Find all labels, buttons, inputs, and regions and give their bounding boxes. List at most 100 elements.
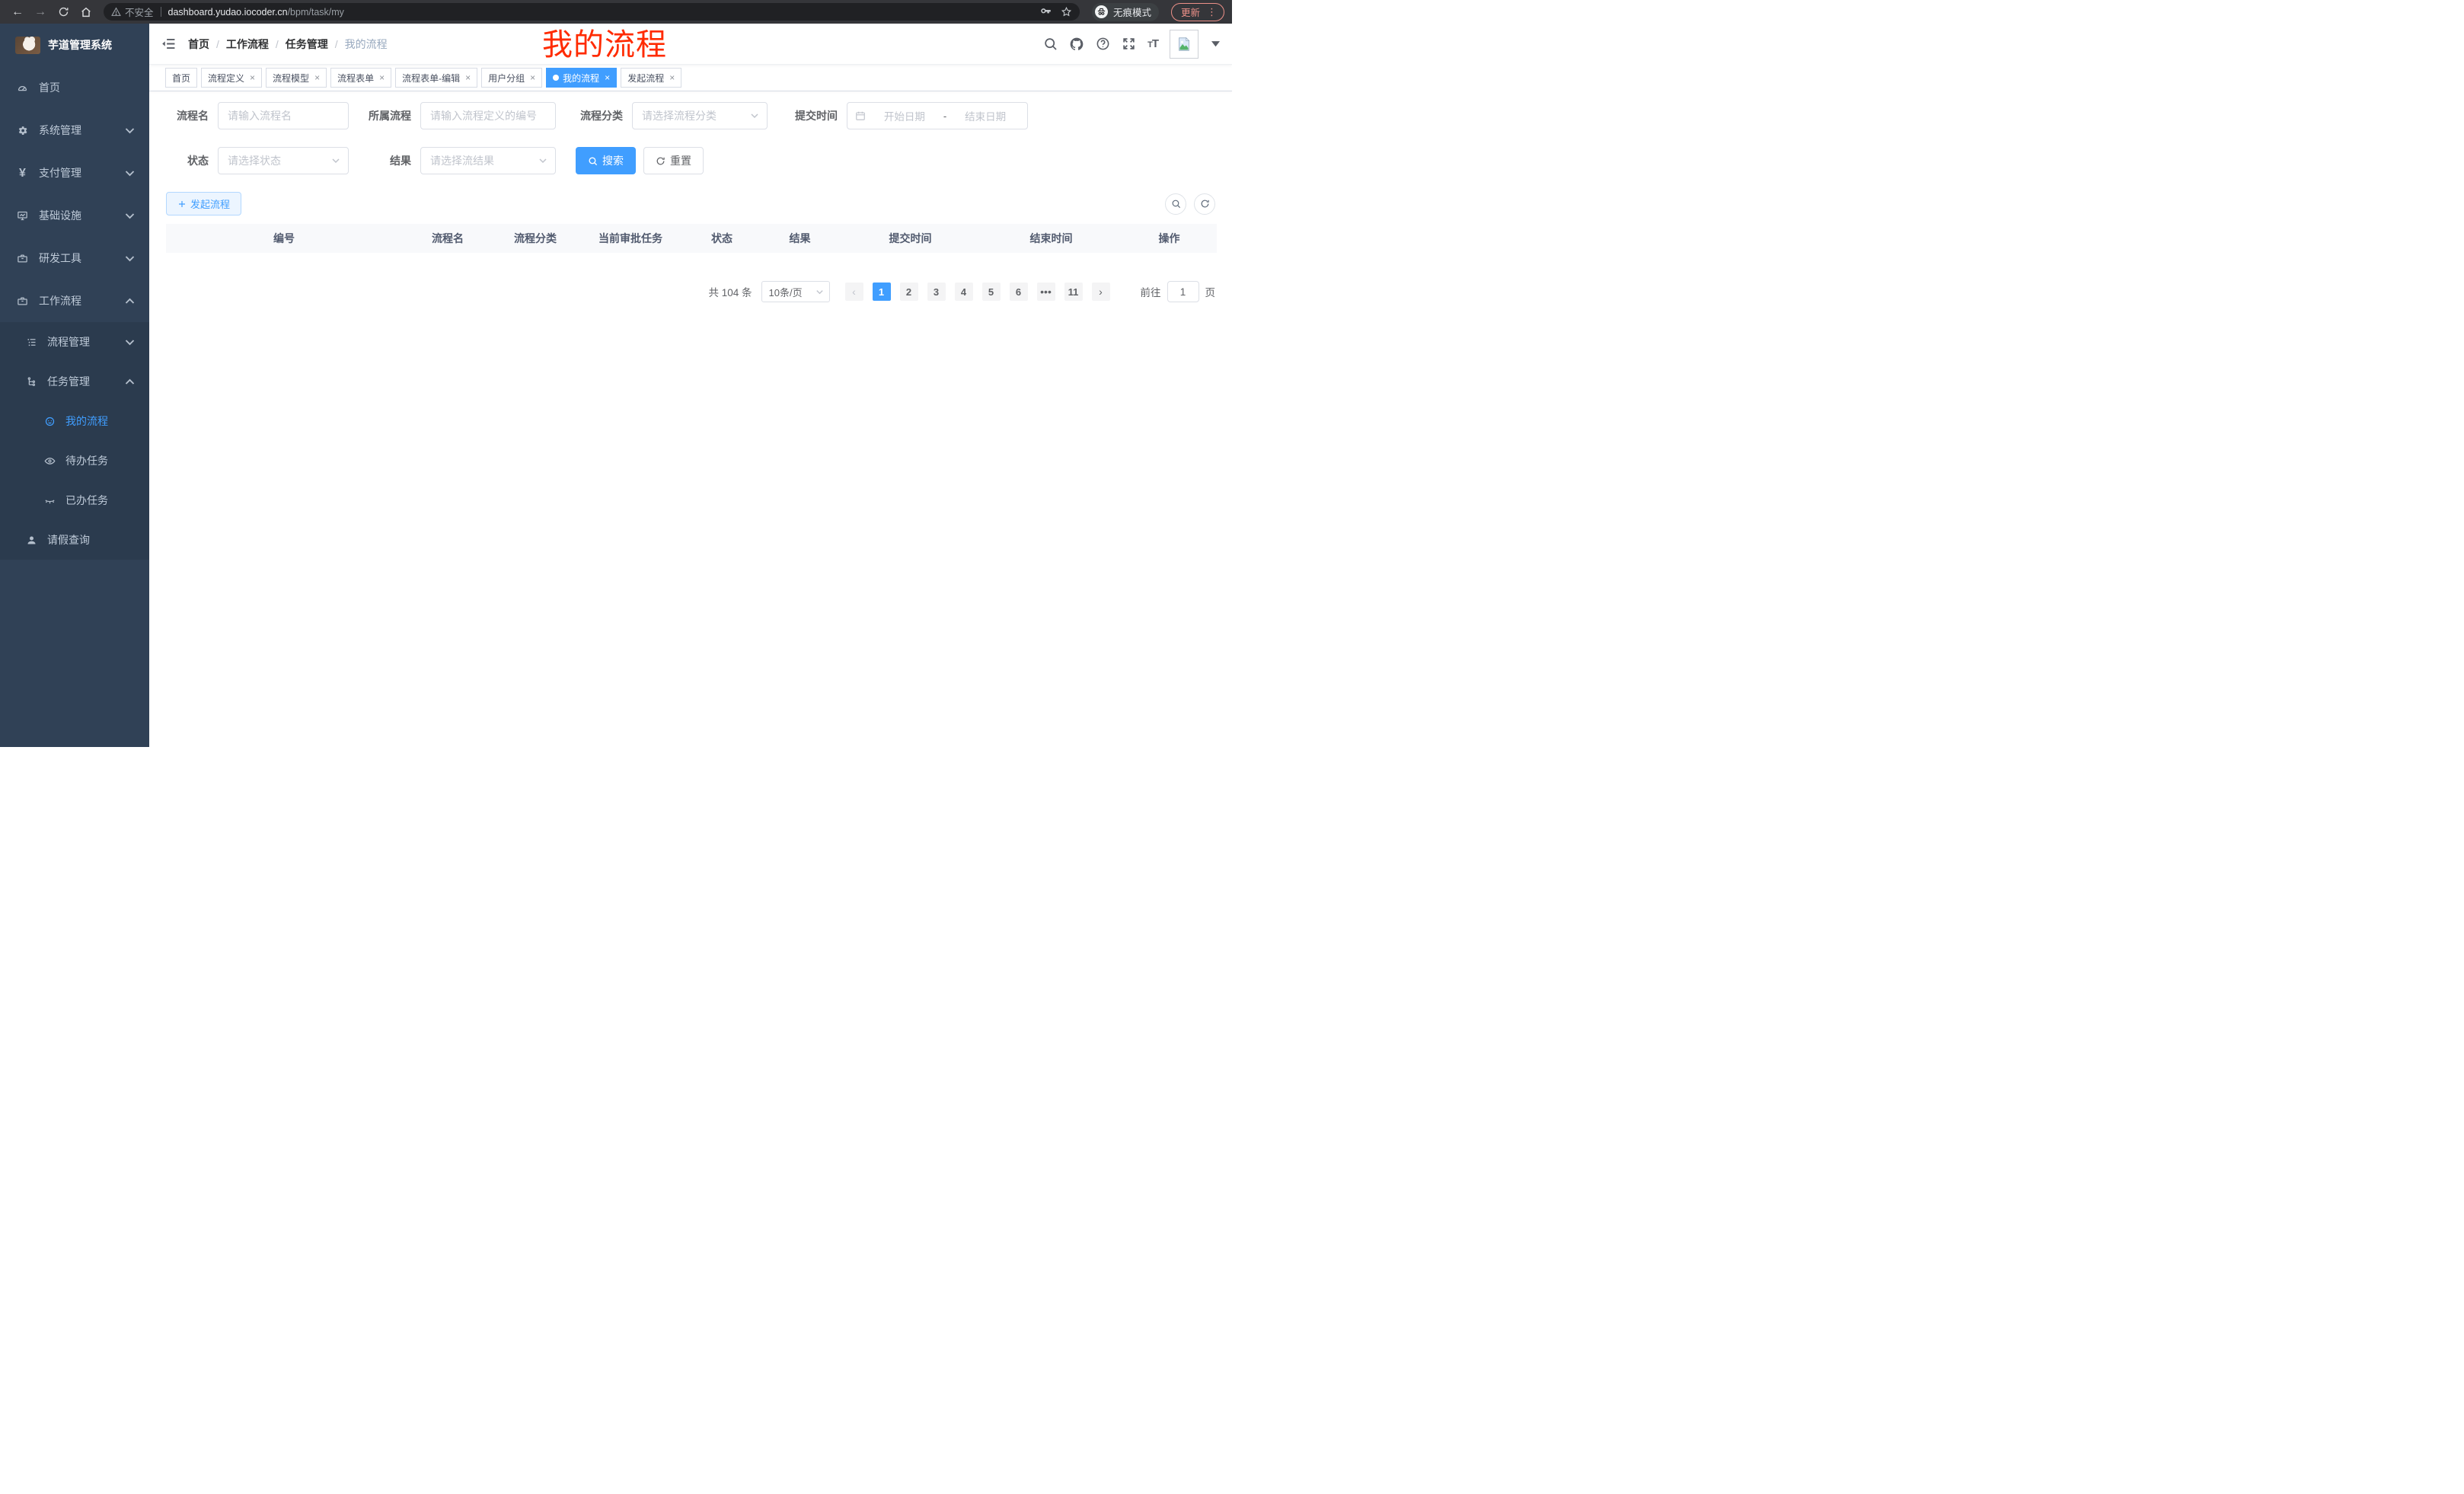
fullscreen-icon[interactable] <box>1122 37 1136 51</box>
prev-page-button[interactable]: ‹ <box>845 283 863 301</box>
tab-label: 我的流程 <box>563 72 599 85</box>
search-button[interactable]: 搜索 <box>576 147 636 174</box>
page-button-6[interactable]: 6 <box>1010 283 1028 301</box>
font-size-icon[interactable]: TT <box>1147 37 1158 50</box>
browser-update-button[interactable]: 更新 ⋮ <box>1171 3 1224 21</box>
next-page-button[interactable]: › <box>1092 283 1110 301</box>
user-icon <box>26 535 37 546</box>
sidebar-item-process-management[interactable]: 流程管理 <box>0 322 149 362</box>
bookmark-star-icon[interactable] <box>1061 6 1072 18</box>
goto-page-input[interactable] <box>1167 281 1199 302</box>
submit-time-label: 提交时间 <box>780 108 838 123</box>
process-def-input[interactable] <box>420 102 556 129</box>
refresh-table-button[interactable] <box>1194 193 1215 215</box>
status-select[interactable]: 请选择状态 <box>218 147 349 174</box>
sidebar-item-done-tasks[interactable]: 已办任务 <box>0 480 149 520</box>
filter-process-name: 流程名 <box>166 102 349 129</box>
breadcrumb-home[interactable]: 首页 <box>188 37 209 52</box>
app-logo[interactable]: 芋道管理系统 <box>0 24 149 66</box>
url-bar[interactable]: 不安全 dashboard.yudao.iocoder.cn/bpm/task/… <box>104 3 1080 21</box>
tab-4[interactable]: 流程表单-编辑× <box>395 68 477 88</box>
page-button-5[interactable]: 5 <box>982 283 1001 301</box>
page-button-3[interactable]: 3 <box>927 283 946 301</box>
breadcrumb-task-mgmt[interactable]: 任务管理 <box>286 37 328 52</box>
end-date-placeholder[interactable]: 结束日期 <box>951 108 1020 123</box>
tab-close-icon[interactable]: × <box>379 72 385 83</box>
page-button-1[interactable]: 1 <box>873 283 891 301</box>
page-button-4[interactable]: 4 <box>955 283 973 301</box>
refresh-icon <box>1200 199 1210 209</box>
search-icon[interactable] <box>1043 37 1058 51</box>
update-label[interactable]: 更新 <box>1181 5 1200 19</box>
help-icon[interactable] <box>1096 37 1110 51</box>
forward-icon[interactable]: → <box>30 2 50 22</box>
tab-1[interactable]: 流程定义× <box>201 68 262 88</box>
reset-button[interactable]: 重置 <box>643 147 704 174</box>
date-range-picker[interactable]: 开始日期 - 结束日期 <box>847 102 1028 129</box>
pagination: 共 104 条 10条/页 ‹ 123456•••11 › 前往 页 <box>166 281 1215 302</box>
sidebar-item-task-management[interactable]: 任务管理 <box>0 362 149 401</box>
col-status: 状态 <box>684 224 760 253</box>
page-unit-label: 页 <box>1205 284 1216 299</box>
logo-image <box>15 37 40 54</box>
sidebar-item-my-process[interactable]: 我的流程 <box>0 401 149 441</box>
tab-7[interactable]: 发起流程× <box>621 68 681 88</box>
process-name-input[interactable] <box>218 102 349 129</box>
home-icon[interactable] <box>76 2 96 22</box>
tab-2[interactable]: 流程模型× <box>266 68 327 88</box>
page-button-11[interactable]: 11 <box>1064 283 1083 301</box>
tab-close-icon[interactable]: × <box>605 72 610 83</box>
sidebar-item-todo-tasks[interactable]: 待办任务 <box>0 441 149 480</box>
sidebar-item-payment[interactable]: ¥ 支付管理 <box>0 152 149 194</box>
back-icon[interactable]: ← <box>8 2 27 22</box>
password-key-icon[interactable] <box>1040 6 1052 18</box>
result-select[interactable]: 请选择流结果 <box>420 147 556 174</box>
more-pages-button[interactable]: ••• <box>1037 283 1055 301</box>
tab-close-icon[interactable]: × <box>669 72 675 83</box>
sidebar-item-infrastructure[interactable]: 基础设施 <box>0 194 149 237</box>
chevron-down-icon <box>124 337 136 348</box>
page-button-2[interactable]: 2 <box>900 283 918 301</box>
col-submit-time: 提交时间 <box>840 224 981 253</box>
page-size-select[interactable]: 10条/页 <box>761 281 830 302</box>
sidebar-item-system[interactable]: 系统管理 <box>0 109 149 152</box>
avatar[interactable] <box>1170 30 1198 59</box>
monitor-icon <box>17 210 28 222</box>
incognito-icon <box>1095 5 1108 18</box>
tab-0[interactable]: 首页 <box>165 68 197 88</box>
breadcrumb-workflow[interactable]: 工作流程 <box>226 37 269 52</box>
sidebar-item-leave-query[interactable]: 请假查询 <box>0 520 149 560</box>
category-select[interactable]: 请选择流程分类 <box>632 102 768 129</box>
tab-close-icon[interactable]: × <box>250 72 255 83</box>
show-search-toggle-button[interactable] <box>1165 193 1186 215</box>
filter-row-2: 状态 请选择状态 结果 请选择流结果 <box>166 147 1215 174</box>
start-date-placeholder[interactable]: 开始日期 <box>870 108 939 123</box>
security-label[interactable]: 不安全 <box>125 5 154 19</box>
browser-menu-icon[interactable]: ⋮ <box>1207 6 1217 18</box>
github-icon[interactable] <box>1069 37 1084 52</box>
process-def-label: 所属流程 <box>361 108 411 123</box>
eye-closed-icon <box>44 495 56 506</box>
col-result: 结果 <box>760 224 840 253</box>
chevron-up-icon <box>124 376 136 388</box>
tab-5[interactable]: 用户分组× <box>481 68 542 88</box>
app-title: 芋道管理系统 <box>48 37 112 53</box>
tab-6[interactable]: 我的流程 × <box>546 68 617 88</box>
tab-close-icon[interactable]: × <box>465 72 471 83</box>
tab-3[interactable]: 流程表单× <box>330 68 391 88</box>
reload-icon[interactable] <box>53 2 73 22</box>
tab-close-icon[interactable]: × <box>530 72 535 83</box>
sidebar-item-home[interactable]: 首页 <box>0 66 149 109</box>
sidebar-item-devtools[interactable]: 研发工具 <box>0 237 149 279</box>
process-table: 编号 流程名 流程分类 当前审批任务 状态 结果 提交时间 结束时间 操作 <box>166 224 1217 253</box>
hamburger-collapse-icon[interactable] <box>161 37 176 51</box>
col-name: 流程名 <box>402 224 493 253</box>
tab-close-icon[interactable]: × <box>314 72 320 83</box>
tab-label: 首页 <box>172 72 190 85</box>
sidebar-item-workflow[interactable]: 工作流程 <box>0 279 149 322</box>
caret-down-icon[interactable] <box>1211 41 1220 47</box>
plus-icon <box>177 200 187 209</box>
flow-icon <box>26 376 37 388</box>
eye-icon <box>44 455 56 467</box>
create-process-button[interactable]: 发起流程 <box>166 192 241 215</box>
